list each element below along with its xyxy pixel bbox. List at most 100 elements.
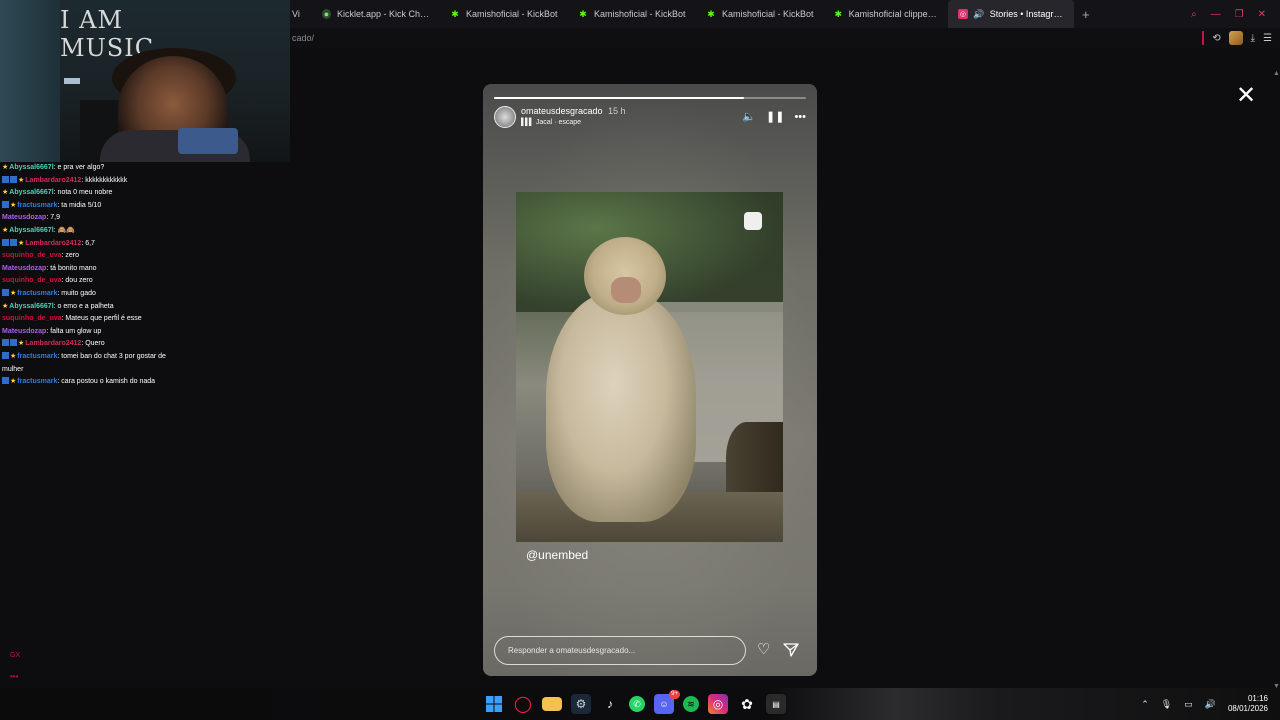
chat-username[interactable]: Abyssal6667l bbox=[9, 189, 53, 196]
heart-icon[interactable]: ♡ bbox=[757, 642, 770, 658]
chat-username[interactable]: fractusmark bbox=[17, 290, 57, 297]
address-bar[interactable]: cado/ bbox=[290, 28, 1280, 48]
chat-username[interactable]: suquinho_de_uva bbox=[2, 315, 62, 322]
tab-kicklet[interactable]: ● Kicklet.app - Kick Chatbot bbox=[312, 0, 440, 28]
chat-username[interactable]: Mateusdozap bbox=[2, 328, 46, 335]
minimize-icon[interactable]: — bbox=[1211, 9, 1221, 20]
streamlabs-icon[interactable]: ▤ bbox=[766, 694, 786, 714]
pause-icon[interactable]: ❚❚ bbox=[766, 110, 784, 123]
chat-username[interactable]: fractusmark bbox=[17, 378, 57, 385]
sticker bbox=[744, 212, 762, 230]
reply-input[interactable]: Responder a omateusdesgracado... bbox=[494, 636, 746, 665]
whatsapp-icon[interactable]: ✆ bbox=[629, 696, 645, 712]
tab-kickbot-clipped[interactable]: ✱ Kamishoficial clipped by h bbox=[824, 0, 948, 28]
story-mention[interactable]: @unembed bbox=[526, 548, 588, 562]
speaker-icon[interactable]: 🔊 bbox=[973, 9, 984, 19]
close-window-icon[interactable]: ✕ bbox=[1258, 9, 1266, 20]
discord-icon[interactable]: ☺ 9+ bbox=[654, 690, 680, 714]
subscriber-badge-icon bbox=[10, 175, 17, 183]
chat-message: Mateusdozap: tá bonito mano bbox=[0, 263, 170, 276]
network-icon[interactable]: ▭ bbox=[1184, 699, 1193, 710]
chat-username[interactable]: fractusmark bbox=[17, 353, 57, 360]
chat-username[interactable]: Abyssal6667l bbox=[9, 227, 53, 234]
scrollbar[interactable]: ▲ ▼ bbox=[1272, 70, 1280, 690]
close-story-button[interactable]: ✕ bbox=[1234, 84, 1258, 108]
gx-menu[interactable]: ••• bbox=[10, 672, 18, 681]
opera-gx-icon[interactable]: ◯ bbox=[513, 694, 533, 714]
download-icon[interactable]: ⤓ bbox=[1251, 33, 1255, 44]
taskbar-apps: ◯ ⚙ ♪ ✆ ☺ 9+ ≋ ◎ ✿ ▤ bbox=[484, 690, 786, 714]
chat-username[interactable]: suquinho_de_uva bbox=[2, 252, 62, 259]
search-icon[interactable]: ⌕ bbox=[1191, 9, 1197, 20]
window-controls: ⌕ — ❐ ✕ bbox=[1191, 0, 1280, 28]
new-tab-button[interactable]: + bbox=[1074, 7, 1098, 22]
chatgpt-icon[interactable]: ✿ bbox=[737, 694, 757, 714]
tab-kickbot-1[interactable]: ✱ Kamishoficial - KickBot bbox=[440, 0, 568, 28]
file-explorer-icon[interactable] bbox=[542, 697, 562, 711]
chat-message: ★Lambardaro2412: 6,7 bbox=[0, 238, 170, 251]
chat-message: ★fractusmark: muito gado bbox=[0, 288, 170, 301]
extensions-icon[interactable]: ⟲ bbox=[1212, 33, 1220, 44]
chat-username[interactable]: Lambardaro2412 bbox=[25, 240, 81, 247]
chat-message: ★Lambardaro2412: Quero bbox=[0, 338, 170, 351]
chat-text: muito gado bbox=[61, 289, 96, 297]
microphone-icon[interactable]: 🎙 bbox=[1161, 699, 1172, 710]
chat-text: o emo e a palheta bbox=[57, 302, 114, 310]
clock-time: 01:16 bbox=[1247, 694, 1268, 703]
chat-text: dou zero bbox=[65, 277, 93, 285]
chat-username[interactable]: Abyssal6667l bbox=[9, 303, 53, 310]
chat-username[interactable]: fractusmark bbox=[17, 202, 57, 209]
subscriber-badge-icon bbox=[2, 200, 9, 208]
tab-kickbot-3[interactable]: ✱ Kamishoficial - KickBot bbox=[696, 0, 824, 28]
chat-message: Mateusdozap: falta um glow up bbox=[0, 326, 170, 339]
wall bbox=[0, 0, 60, 162]
story-username[interactable]: omateusdesgracado bbox=[521, 106, 603, 116]
chat-message: suquinho_de_uva: Mateus que perfil é ess… bbox=[0, 313, 170, 326]
clock-date: 08/01/2026 bbox=[1227, 704, 1268, 713]
chat-username[interactable]: Lambardaro2412 bbox=[25, 177, 81, 184]
monkey-face bbox=[611, 277, 641, 303]
tab-label: Kamishoficial - KickBot bbox=[722, 9, 814, 19]
spotify-icon[interactable]: ≋ bbox=[683, 696, 699, 712]
story-music[interactable]: ▌▌▌ Jacal · escape bbox=[521, 119, 581, 126]
star-badge-icon: ★ bbox=[18, 239, 25, 247]
profile-avatar[interactable] bbox=[1228, 31, 1243, 45]
volume-tray-icon[interactable]: 🔊 bbox=[1205, 699, 1216, 710]
steam-icon[interactable]: ⚙ bbox=[571, 694, 591, 714]
chat-message: Mateusdozap: 7,9 bbox=[0, 212, 170, 225]
chat-overlay: ★Abyssal6667l: e pra ver algo? ★Lambardar… bbox=[0, 162, 170, 389]
menu-icon[interactable]: ☰ bbox=[1263, 33, 1272, 44]
chat-message: ★Abyssal6667l: 🙈🙈 bbox=[0, 225, 170, 238]
chat-username[interactable]: Mateusdozap bbox=[2, 214, 46, 221]
chat-message: ★fractusmark: cara postou o kamish do na… bbox=[0, 376, 170, 389]
windows-start-icon[interactable] bbox=[484, 694, 504, 714]
story-time: 15 h bbox=[608, 106, 626, 116]
chat-text: 7,9 bbox=[50, 214, 60, 222]
tab-kickbot-2[interactable]: ✱ Kamishoficial - KickBot bbox=[568, 0, 696, 28]
tab-instagram-stories[interactable]: ◎ 🔊 Stories • Instagram bbox=[948, 0, 1074, 28]
more-options-icon[interactable]: ••• bbox=[794, 111, 806, 123]
tiktok-icon[interactable]: ♪ bbox=[600, 694, 620, 714]
restore-icon[interactable]: ❐ bbox=[1235, 9, 1244, 20]
scroll-up-icon[interactable]: ▲ bbox=[1273, 70, 1280, 77]
chat-username[interactable]: suquinho_de_uva bbox=[2, 277, 62, 284]
volume-icon[interactable]: 🔈 bbox=[742, 110, 756, 123]
tab-partial[interactable]: Vi bbox=[290, 0, 312, 28]
instagram-icon: ◎ bbox=[958, 9, 968, 19]
instagram-icon[interactable]: ◎ bbox=[708, 694, 728, 714]
send-icon[interactable] bbox=[783, 642, 799, 658]
toolbar-right: ⟲ ⤓ ☰ bbox=[1202, 28, 1272, 48]
chat-username[interactable]: Abyssal6667l bbox=[9, 164, 53, 171]
clock[interactable]: 01:16 08/01/2026 bbox=[1228, 694, 1268, 714]
kickbot-icon: ✱ bbox=[579, 8, 587, 19]
chevron-up-icon[interactable]: ⌃ bbox=[1141, 699, 1149, 710]
kickbot-icon: ✱ bbox=[707, 8, 715, 19]
chat-username[interactable]: Mateusdozap bbox=[2, 265, 46, 272]
chat-text: tá bonito mano bbox=[50, 264, 97, 272]
star-badge-icon: ★ bbox=[10, 201, 17, 209]
story-media[interactable] bbox=[516, 192, 783, 542]
avatar[interactable] bbox=[494, 106, 516, 128]
story-viewer[interactable]: omateusdesgracado 15 h ▌▌▌ Jacal · escap… bbox=[483, 84, 817, 676]
chat-username[interactable]: Lambardaro2412 bbox=[25, 340, 81, 347]
star-badge-icon: ★ bbox=[2, 302, 9, 310]
